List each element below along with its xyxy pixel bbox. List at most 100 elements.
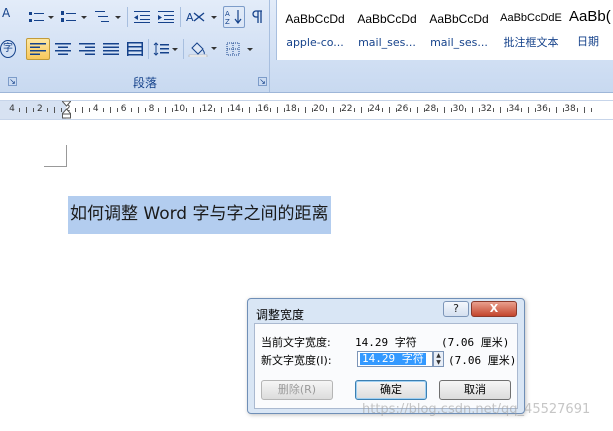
cancel-button[interactable]: 取消	[439, 380, 511, 400]
font-dialog-launcher[interactable]: ↘	[8, 77, 17, 86]
justify-button[interactable]	[100, 38, 122, 60]
ruler-tick	[242, 108, 244, 112]
style-name: 批注框文本	[503, 36, 559, 49]
ruler-label: 34	[508, 104, 520, 114]
ruler-label: 12	[201, 104, 214, 114]
asian-layout-button[interactable]: A	[184, 6, 220, 28]
ruler-tick	[465, 108, 467, 112]
ruler-tick	[88, 108, 90, 112]
ruler-tick	[53, 107, 55, 113]
justify-icon	[103, 43, 119, 55]
paragraph-dialog-launcher[interactable]: ↘	[258, 77, 267, 86]
selected-document-text[interactable]: 如何调整 Word 字与字之间的距离	[68, 196, 331, 234]
numbering-button[interactable]	[58, 6, 90, 28]
style-tile[interactable]: AaBbCcDd mail_ses...	[425, 2, 493, 54]
ruler-label: 4	[92, 104, 99, 114]
current-width-cm: (7.06 厘米)	[441, 336, 510, 349]
ruler-tick	[583, 107, 585, 113]
spin-down-icon[interactable]: ▼	[434, 359, 443, 366]
new-width-spinner[interactable]: ▲ ▼	[433, 351, 444, 367]
separator	[180, 7, 181, 27]
ruler-tick	[360, 107, 362, 113]
ruler-tick	[500, 107, 502, 113]
ruler-tick	[137, 107, 139, 113]
asian-layout-icon: A	[186, 11, 217, 24]
align-left-button[interactable]	[26, 38, 50, 60]
align-center-button[interactable]	[52, 38, 74, 60]
style-tile[interactable]: AaBbCcDd apple-co...	[281, 2, 349, 54]
ruler-tick	[437, 108, 439, 112]
line-spacing-button[interactable]	[151, 38, 181, 60]
ruler-label: 14	[229, 104, 241, 114]
ruler-label: 2	[37, 104, 43, 114]
multilevel-list-button[interactable]	[92, 6, 124, 28]
style-sample: AaBbCcDd	[357, 12, 417, 26]
ruler-tick	[444, 107, 446, 113]
shading-button[interactable]	[186, 38, 220, 60]
ruler-tick	[277, 107, 279, 113]
ruler-tick	[221, 107, 223, 113]
align-right-icon	[79, 43, 95, 55]
style-tile[interactable]: AaBbCcDdE 批注框文本	[497, 2, 565, 54]
delete-button[interactable]: 删除(R)	[261, 380, 333, 400]
borders-button[interactable]	[224, 38, 258, 60]
margin-corner-mark	[66, 145, 67, 167]
help-button[interactable]: ?	[443, 301, 469, 317]
new-width-label: 新文字宽度(I):	[261, 354, 332, 367]
new-width-input[interactable]: 14.29 字符	[357, 351, 433, 367]
ruler-tick	[249, 107, 251, 113]
ruler-label: 24	[368, 104, 381, 114]
style-name: mail_ses...	[430, 36, 488, 49]
ruler-tick	[193, 107, 195, 113]
ruler-tick	[158, 108, 160, 112]
increase-indent-button[interactable]	[155, 6, 177, 28]
ruler-tick	[381, 108, 383, 112]
ruler-label: 6	[120, 104, 127, 114]
horizontal-ruler[interactable]: 4 2 2 4 6 8 10 12 14 16 18 20 22 24 26 28 30 32 34 36 38	[0, 100, 613, 120]
style-sample: AaBbCcDd	[285, 12, 345, 26]
indent-marker-icon[interactable]	[62, 101, 71, 119]
decrease-indent-button[interactable]	[131, 6, 153, 28]
style-name: apple-co...	[286, 36, 344, 49]
ruler-tick	[576, 108, 578, 112]
watermark: https://blog.csdn.net/qq_45527691	[362, 402, 591, 417]
ruler-label: 4	[9, 104, 15, 114]
distributed-button[interactable]	[124, 38, 146, 60]
style-sample: AaBbCcDdE	[500, 12, 562, 24]
ruler-tick	[46, 108, 48, 112]
ruler-label: 18	[285, 104, 297, 114]
paragraph-mark-icon	[252, 10, 262, 23]
current-width-label: 当前文字宽度:	[261, 336, 331, 349]
ruler-tick	[74, 108, 76, 112]
paragraph-group-label: 段落	[132, 76, 157, 90]
ruler-tick	[165, 107, 167, 113]
ruler-label: 16	[257, 104, 269, 114]
style-tile[interactable]: AaBbCcDd mail_ses...	[353, 2, 421, 54]
ruler-tick	[130, 108, 132, 112]
ruler-label: 36	[536, 104, 548, 114]
ruler-tick	[304, 107, 306, 113]
ruler-tick	[109, 107, 111, 113]
align-right-button[interactable]	[76, 38, 98, 60]
ok-button[interactable]: 确定	[355, 380, 427, 400]
ruler-tick	[116, 108, 118, 112]
ruler-tick	[18, 108, 20, 112]
ruler-tick	[25, 107, 27, 113]
spin-up-icon[interactable]: ▲	[434, 352, 443, 359]
ruler-tick	[521, 108, 523, 112]
ruler-label: 20	[313, 104, 325, 114]
phonetic-guide-icon[interactable]: 字	[0, 40, 16, 58]
style-tile[interactable]: AaBb( 日期	[569, 2, 613, 54]
bullets-button[interactable]	[26, 6, 56, 28]
paragraph-group: A AZ 段落 ↘	[20, 0, 270, 92]
distributed-icon	[127, 42, 143, 56]
ruler-label: 10	[173, 104, 186, 114]
svg-text:Z: Z	[225, 18, 230, 25]
style-name: 日期	[577, 35, 599, 48]
ruler-label: 26	[396, 104, 409, 114]
close-button[interactable]: X	[471, 301, 517, 317]
sort-button[interactable]: AZ	[223, 6, 245, 28]
show-formatting-marks-button[interactable]	[248, 6, 266, 28]
svg-text:A: A	[186, 11, 194, 24]
quick-styles-gallery: AaBbCcDd apple-co... AaBbCcDd mail_ses..…	[276, 0, 613, 60]
